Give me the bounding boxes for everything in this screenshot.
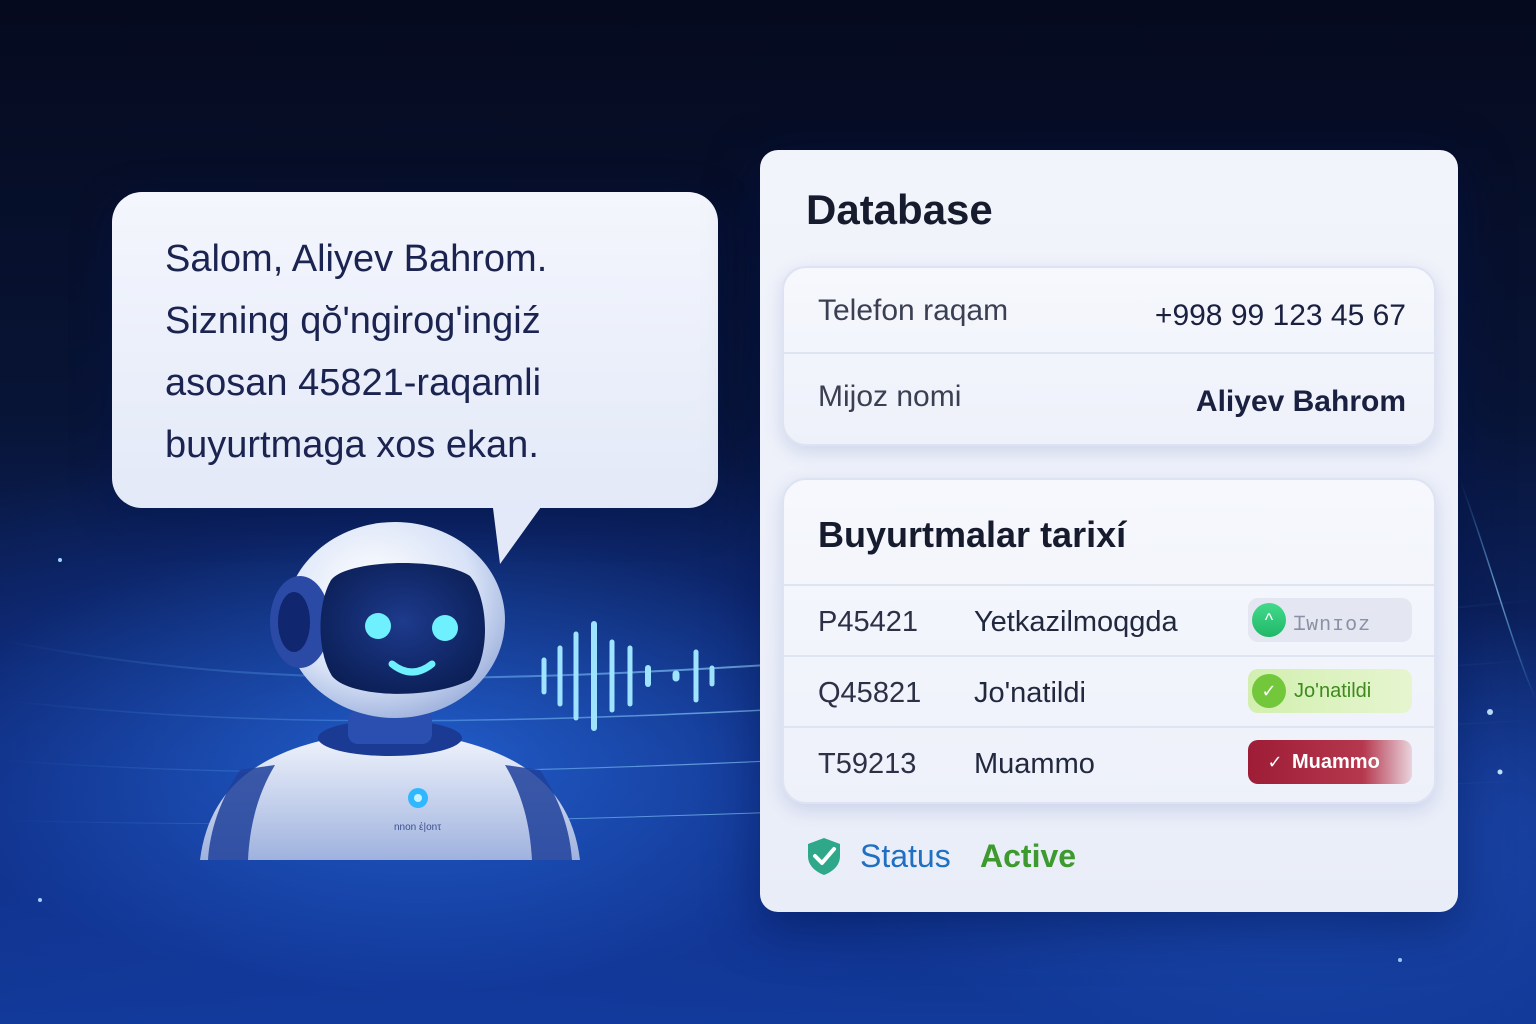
customer-name-value: Aliyev Bahrom — [1195, 385, 1406, 418]
order-id: P45421 — [818, 606, 918, 638]
info-row-phone: Telefon raqam +998 99 123 45 67 — [784, 268, 1434, 354]
speech-line: Salom, Aliyev Bahrom. — [165, 238, 548, 280]
order-status: Muammo — [974, 748, 1095, 780]
status-value: Active — [980, 838, 1077, 874]
order-history-title: Buyurtmalar tarixí — [818, 514, 1127, 555]
robot-chest-label: nnon ἐ|onτ — [394, 821, 441, 833]
info-label: Telefon raqam — [818, 294, 1009, 327]
panel-title: Database — [806, 186, 993, 233]
order-id: Q45821 — [818, 677, 922, 709]
badge-label: Jo'natildi — [1294, 680, 1372, 702]
sound-wave-icon — [541, 621, 715, 731]
order-history-card: Buyurtmalar tarixí P45421 Yetkazilmoqgda… — [782, 478, 1436, 804]
info-row-customer-name: Mijoz nomi Aliyev Bahrom — [784, 354, 1434, 440]
shield-check-icon — [808, 838, 840, 875]
speech-line: Sizning qŏ'ngirog'ingiź — [165, 300, 541, 342]
status-badge-problem: ✓ Muammo — [1248, 740, 1412, 784]
speech-line: buyurtmaga xos ekan. — [165, 424, 539, 466]
robot-eye-left — [365, 613, 391, 639]
status-label: Status — [860, 838, 951, 874]
order-row[interactable]: P45421 Yetkazilmoqgda ^ Ɪwnɪoz — [784, 584, 1434, 655]
check-icon: ✓ — [1267, 752, 1283, 772]
status-badge-sent: ✓ Jo'natildi — [1248, 669, 1412, 713]
phone-value: +998 99 123 45 67 — [1154, 299, 1406, 332]
order-status: Jo'natildi — [974, 677, 1086, 709]
robot-eye-right — [432, 615, 458, 641]
order-status: Yetkazilmoqgda — [974, 606, 1178, 638]
scene: Salom, Aliyev Bahrom. Sizning qŏ'ngirog'… — [0, 0, 1536, 1024]
speech-bubble-text: Salom, Aliyev Bahrom. Sizning qŏ'ngirog'… — [165, 228, 685, 476]
status-badge-pending: ^ Ɪwnɪoz — [1248, 598, 1412, 642]
badge-label: Ɪwnɪoz — [1294, 614, 1372, 637]
order-row[interactable]: T59213 Muammo ✓ Muammo — [784, 726, 1434, 797]
customer-info-card: Telefon raqam +998 99 123 45 67 Mijoz no… — [782, 266, 1436, 446]
order-row[interactable]: Q45821 Jo'natildi ✓ Jo'natildi — [784, 655, 1434, 726]
database-panel: Database Telefon raqam +998 99 123 45 67… — [760, 150, 1458, 912]
chevron-up-icon: ^ — [1252, 603, 1286, 637]
info-label: Mijoz nomi — [818, 380, 962, 413]
badge-label: Muammo — [1292, 751, 1380, 773]
order-id: T59213 — [818, 748, 917, 780]
robot-face-screen — [320, 563, 485, 694]
speech-line: asosan 45821-raqamli — [165, 362, 542, 404]
check-icon: ✓ — [1252, 674, 1286, 708]
